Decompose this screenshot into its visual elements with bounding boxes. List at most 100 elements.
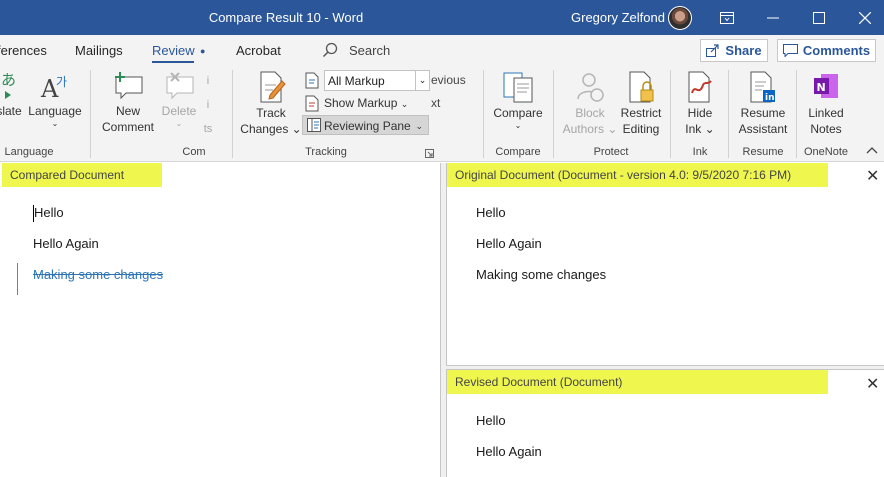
resume-assistant-button[interactable]: in Resume Assistant <box>734 71 792 137</box>
new-comment-label-line1: New <box>115 104 140 118</box>
block-authors-button[interactable]: Block Authors ⌄ <box>559 71 621 137</box>
group-label-protect: Protect <box>593 146 629 158</box>
linked-notes-label-line1: Linked <box>808 106 844 120</box>
track-changes-icon <box>260 71 286 103</box>
review-ribbon: あ slate A 가 Language ⌄ Language New Comm… <box>0 65 884 162</box>
display-for-review-value: All Markup <box>328 74 385 88</box>
original-line-3[interactable]: Making some changes <box>476 267 606 282</box>
user-name[interactable]: Gregory Zelfond <box>571 10 665 25</box>
original-document-header: Original Document (Document - version 4.… <box>447 163 828 187</box>
translate-icon: あ <box>1 71 16 99</box>
language-icon: A 가 <box>40 75 67 101</box>
avatar[interactable] <box>668 6 692 30</box>
group-label-ink: Ink <box>692 146 708 158</box>
comment-icon <box>782 44 798 57</box>
close-original-pane-icon[interactable]: ✕ <box>866 166 879 186</box>
comment-nav-buttons[interactable]: i i ts <box>201 69 215 141</box>
minimize-icon[interactable] <box>750 0 796 35</box>
compare-label: Compare <box>493 106 543 120</box>
group-separator <box>232 70 233 158</box>
share-icon <box>706 44 720 57</box>
restrict-editing-label-line2: Editing <box>622 122 660 136</box>
hide-ink-label-line1: Hide <box>687 106 713 120</box>
new-comment-icon <box>115 72 143 100</box>
compare-icon <box>503 72 533 103</box>
revised-line-2[interactable]: Hello Again <box>476 444 542 459</box>
search-icon[interactable] <box>322 42 338 58</box>
original-line-1[interactable]: Hello <box>476 205 506 220</box>
hide-ink-icon <box>688 71 712 103</box>
previous-change-fragment[interactable]: evious <box>431 70 471 90</box>
next-comment-fragment: i <box>206 99 210 111</box>
linked-notes-button[interactable]: N Linked Notes <box>801 71 851 137</box>
collapse-ribbon-icon[interactable] <box>866 146 878 154</box>
language-button[interactable]: A 가 Language ⌄ <box>28 71 82 129</box>
hide-ink-button[interactable]: Hide Ink ⌄ <box>676 71 724 137</box>
restrict-editing-icon <box>629 71 654 103</box>
track-changes-button[interactable]: Track Changes ⌄ <box>238 71 304 137</box>
tab-references[interactable]: ferences <box>0 43 47 58</box>
comments-button[interactable]: Comments <box>777 39 876 62</box>
compared-line-3-deleted[interactable]: Making some changes <box>33 267 163 282</box>
block-authors-label-line1: Block <box>575 106 605 120</box>
language-dropdown-icon: ⌄ <box>51 119 59 128</box>
show-markup-button[interactable]: Show Markup ⌄ <box>324 93 414 113</box>
block-authors-icon <box>577 73 604 102</box>
comments-label: Comments <box>802 43 871 58</box>
compare-button[interactable]: Compare ⌄ <box>489 71 547 131</box>
tab-review[interactable]: Review <box>152 43 195 58</box>
track-changes-label-line1: Track <box>256 106 286 120</box>
group-separator <box>90 70 91 158</box>
linked-notes-label-line2: Notes <box>810 122 842 136</box>
tab-indicator-dot-icon: ● <box>200 46 206 56</box>
group-separator <box>796 70 797 158</box>
next-change-fragment[interactable]: xt <box>431 93 471 113</box>
reviewing-pane-button[interactable]: Reviewing Pane ⌄ <box>302 115 429 135</box>
search-box[interactable]: Search <box>349 43 390 58</box>
delete-comment-icon <box>166 72 194 100</box>
new-comment-button[interactable]: New Comment <box>97 71 159 135</box>
group-label-tracking: Tracking <box>305 146 347 158</box>
resume-assistant-icon: in <box>750 71 775 103</box>
resume-assistant-label-line1: Resume <box>740 106 786 120</box>
compared-line-1[interactable]: Hello <box>34 205 64 220</box>
group-label-compare: Compare <box>495 146 541 158</box>
tracking-options-launcher-icon[interactable] <box>425 149 434 158</box>
reviewing-pane-label: Reviewing Pane <box>324 119 411 133</box>
delete-comment-button[interactable]: Delete ⌄ <box>157 71 201 129</box>
active-tab-underline <box>152 61 194 63</box>
ribbon-display-options-icon[interactable] <box>704 0 750 35</box>
maximize-icon[interactable] <box>796 0 842 35</box>
share-label: Share <box>725 43 762 58</box>
display-for-review-select[interactable]: All Markup ⌄ <box>324 70 430 91</box>
previous-comment-fragment: i <box>206 75 210 87</box>
show-comments-fragment: ts <box>203 123 213 135</box>
group-label-resume: Resume <box>742 146 784 158</box>
revised-line-1[interactable]: Hello <box>476 413 506 428</box>
compared-line-2[interactable]: Hello Again <box>33 236 99 251</box>
compared-document-pane[interactable] <box>0 163 441 477</box>
delete-comment-label: Delete <box>161 104 197 118</box>
share-button[interactable]: Share <box>700 39 768 62</box>
original-line-2[interactable]: Hello Again <box>476 236 542 251</box>
chevron-down-icon: ⌄ <box>415 71 429 90</box>
delete-dropdown-icon: ⌄ <box>175 119 183 128</box>
track-changes-label-line2: Changes ⌄ <box>240 122 302 136</box>
change-bar <box>17 263 18 295</box>
group-separator <box>728 70 729 158</box>
onenote-icon: N <box>814 74 838 98</box>
close-revised-pane-icon[interactable]: ✕ <box>866 374 879 394</box>
restrict-editing-button[interactable]: Restrict Editing <box>615 71 667 137</box>
svg-text:N: N <box>817 81 826 94</box>
group-separator <box>670 70 671 158</box>
tab-acrobat[interactable]: Acrobat <box>236 43 281 58</box>
translate-button[interactable]: あ slate <box>0 71 26 119</box>
restrict-editing-label-line1: Restrict <box>620 106 662 120</box>
translate-label: slate <box>0 104 22 118</box>
block-authors-label-line2: Authors ⌄ <box>562 122 618 136</box>
tab-mailings[interactable]: Mailings <box>75 43 123 58</box>
original-document-pane[interactable] <box>446 163 884 366</box>
group-label-onenote: OneNote <box>803 146 849 158</box>
close-window-icon[interactable] <box>842 0 884 35</box>
show-markup-icon <box>305 95 319 112</box>
